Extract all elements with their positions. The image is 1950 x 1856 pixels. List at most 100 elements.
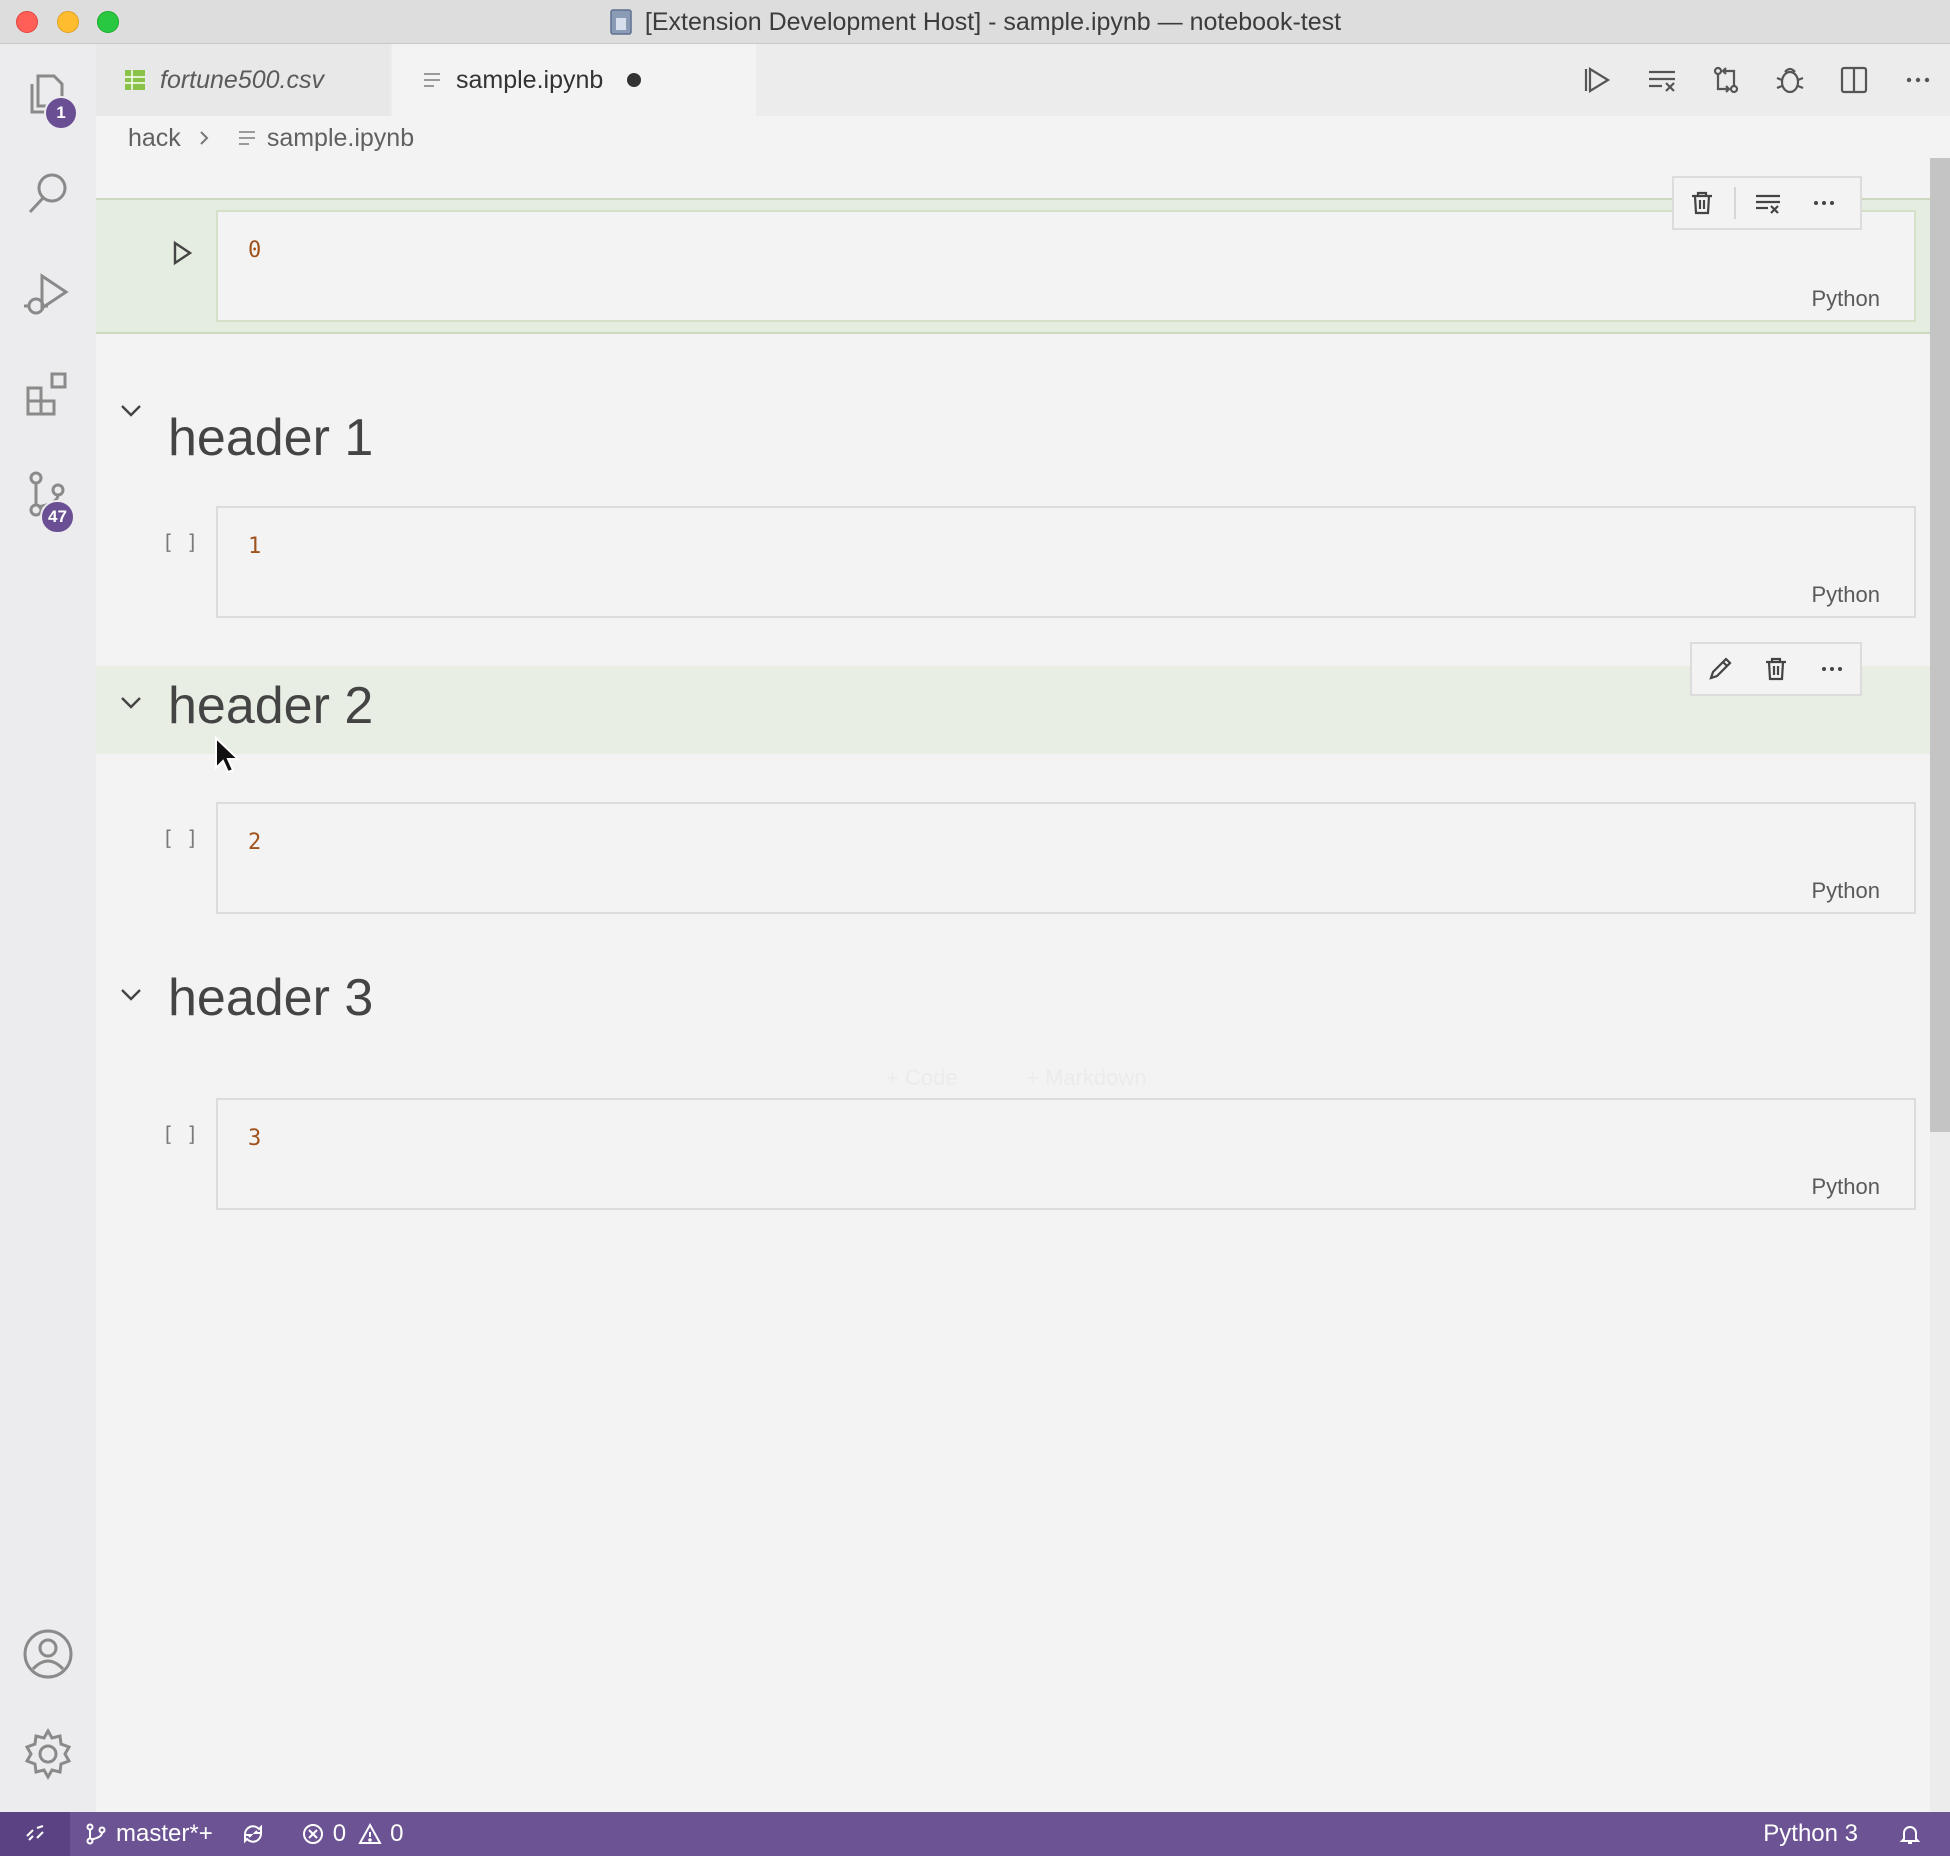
problems-status[interactable]: 0 0 [287, 1812, 418, 1856]
run-all-icon [1584, 67, 1611, 93]
cell-language[interactable]: Python [1812, 286, 1881, 312]
warning-icon [358, 1822, 382, 1844]
tab-label: fortune500.csv [160, 65, 324, 94]
cell-source[interactable]: 1 [248, 534, 261, 559]
run-all-button[interactable] [1566, 44, 1630, 116]
more-actions-button[interactable] [1886, 44, 1950, 116]
cell-source[interactable]: 0 [248, 238, 261, 263]
run-debug-icon [24, 273, 69, 315]
cell-source[interactable]: 2 [248, 830, 261, 855]
cell-source[interactable]: 3 [248, 1126, 261, 1151]
execution-count: [ ] [162, 1122, 199, 1146]
extensions-activity[interactable] [0, 344, 96, 444]
markdown-heading: header 2 [168, 677, 374, 735]
trash-icon [1692, 191, 1712, 215]
chevron-down-icon[interactable] [116, 980, 146, 1010]
cell-editor[interactable]: 2 Python [216, 802, 1916, 914]
window-title: [Extension Development Host] - sample.ip… [644, 7, 1342, 36]
cell-more-button[interactable] [1796, 178, 1852, 228]
clear-outputs-button[interactable] [1630, 44, 1694, 116]
error-icon [302, 1824, 323, 1844]
git-branch-icon [86, 1823, 106, 1845]
scrollbar-thumb[interactable] [1930, 158, 1950, 1132]
markdown-cell[interactable]: header 3 [96, 952, 1930, 1088]
breadcrumb: hack sample.ipynb [96, 116, 1950, 160]
accounts-activity[interactable] [0, 1604, 96, 1704]
open-changes-button[interactable] [1694, 44, 1758, 116]
git-branch-status[interactable]: master*+ [70, 1812, 227, 1856]
ellipsis-icon [1814, 201, 1834, 205]
manage-activity[interactable] [0, 1704, 96, 1804]
sync-icon [243, 1824, 262, 1844]
cell-editor[interactable]: 3 Python [216, 1098, 1916, 1210]
code-cell[interactable]: [ ] 3 Python [96, 1098, 1930, 1238]
search-icon [28, 173, 67, 214]
title-bar: [Extension Development Host] - sample.ip… [0, 0, 1950, 44]
tab-sample-ipynb[interactable]: sample.ipynb [392, 44, 756, 116]
cell-more-button[interactable] [1804, 644, 1860, 694]
edit-cell-button[interactable] [1692, 644, 1748, 694]
explorer-badge: 1 [44, 96, 78, 130]
bug-icon [1776, 67, 1804, 94]
chevron-down-icon[interactable] [116, 396, 146, 426]
markdown-cell-toolbar [1690, 642, 1862, 696]
remote-indicator[interactable] [0, 1812, 70, 1856]
table-icon [125, 70, 145, 90]
bell-icon [1899, 1826, 1921, 1844]
extensions-icon [26, 372, 67, 416]
cell-editor[interactable]: 0 Python [216, 210, 1916, 322]
markdown-cell[interactable]: header 1 [96, 360, 1930, 496]
run-debug-activity[interactable] [0, 244, 96, 344]
cell-language[interactable]: Python [1812, 1174, 1881, 1200]
trash-icon [1766, 657, 1786, 681]
toolbar-separator [1734, 187, 1736, 219]
notebook-file-icon [238, 131, 255, 145]
cell-language[interactable]: Python [1812, 878, 1881, 904]
notifications-button[interactable] [1884, 1812, 1950, 1856]
sync-status[interactable] [227, 1812, 287, 1856]
breadcrumb-folder[interactable]: hack [128, 124, 181, 153]
run-cell-button[interactable] [166, 238, 196, 268]
markdown-cell-hovered[interactable]: header 2 [96, 666, 1930, 754]
window-title-container: [Extension Development Host] - sample.ip… [0, 0, 1950, 44]
editor-actions [1566, 44, 1950, 116]
split-editor-icon [1840, 66, 1868, 94]
ellipsis-icon [1822, 667, 1842, 671]
warning-count: 0 [390, 1820, 404, 1847]
unsaved-indicator[interactable] [627, 73, 642, 87]
tab-label: sample.ipynb [456, 65, 604, 94]
kernel-name: Python 3 [1763, 1820, 1858, 1847]
kernel-selector[interactable]: Python 3 [1749, 1812, 1884, 1856]
clear-cell-output-button[interactable] [1740, 178, 1796, 228]
code-cell-focused[interactable]: 0 Python [96, 198, 1930, 334]
gear-icon [24, 1727, 72, 1781]
delete-cell-button[interactable] [1748, 644, 1804, 694]
split-editor-button[interactable] [1822, 44, 1886, 116]
editor-tabs-bar: fortune500.csv sample.ipynb [96, 44, 1950, 116]
breadcrumb-file[interactable]: sample.ipynb [267, 124, 414, 153]
cell-language[interactable]: Python [1812, 582, 1881, 608]
code-cell[interactable]: [ ] 1 Python [96, 506, 1930, 646]
source-control-activity[interactable]: 47 [0, 444, 96, 544]
debug-button[interactable] [1758, 44, 1822, 116]
vscode-window: [Extension Development Host] - sample.ip… [0, 0, 1950, 1856]
explorer-activity[interactable]: 1 [0, 44, 96, 144]
mouse-pointer-icon [215, 736, 240, 774]
search-activity[interactable] [0, 144, 96, 244]
code-cell[interactable]: [ ] 2 Python [96, 802, 1930, 942]
source-control-badge: 47 [40, 500, 75, 534]
tab-fortune500-csv[interactable]: fortune500.csv [96, 44, 390, 116]
account-icon [23, 1629, 73, 1679]
remote-icon [26, 1825, 44, 1841]
folder-document-icon [610, 9, 632, 35]
markdown-heading: header 1 [168, 409, 374, 467]
branch-name: master*+ [116, 1820, 213, 1847]
compare-changes-icon [1713, 66, 1739, 94]
cell-toolbar [1672, 176, 1862, 230]
cell-editor[interactable]: 1 Python [216, 506, 1916, 618]
chevron-down-icon[interactable] [116, 688, 146, 718]
delete-cell-button[interactable] [1674, 178, 1730, 228]
activity-bar: 1 47 [0, 44, 96, 1812]
notebook-file-icon [424, 73, 440, 87]
chevron-right-icon [200, 131, 209, 145]
